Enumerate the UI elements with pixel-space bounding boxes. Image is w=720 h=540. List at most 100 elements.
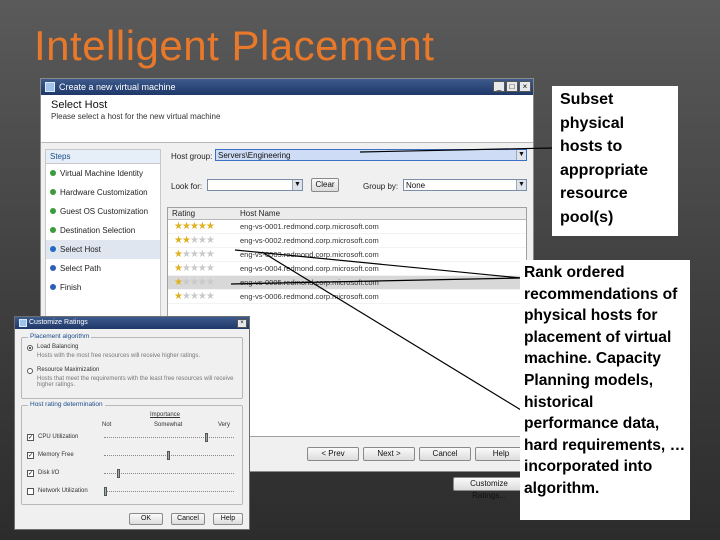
wizard-page-subtitle: Please select a host for the new virtual… <box>51 112 221 121</box>
steps-label: Steps <box>46 150 160 164</box>
look-for-input[interactable]: ▼ <box>207 179 303 191</box>
step-destination[interactable]: Destination Selection <box>46 221 160 240</box>
table-row[interactable]: ★★★★★ eng-vs-0002.redmond.corp.microsoft.… <box>168 234 526 248</box>
dialog-ok-button[interactable]: OK <box>129 513 163 525</box>
look-for-label: Look for: <box>171 182 203 191</box>
step-guest-os[interactable]: Guest OS Customization <box>46 202 160 221</box>
slider-thumb[interactable] <box>117 469 120 478</box>
table-row[interactable]: ★★★★★ eng-vs-0004.redmond.corp.microsoft.… <box>168 262 526 276</box>
dialog-title: Customize Ratings <box>29 319 88 326</box>
table-header: Rating Host Name <box>168 208 526 220</box>
clear-button[interactable]: Clear <box>311 178 339 192</box>
host-group-value: Servers\Engineering <box>218 151 291 160</box>
customize-ratings-dialog: Customize Ratings × Placement algorithm … <box>14 316 250 530</box>
host-name-cell: eng-vs-0004.redmond.corp.microsoft.com <box>240 264 379 273</box>
chevron-down-icon[interactable]: ▼ <box>516 180 526 190</box>
importance-slider[interactable] <box>104 451 234 460</box>
star-rating-icon: ★★★★★ <box>174 221 215 232</box>
host-group-select[interactable]: Servers\Engineering ▼ <box>215 149 527 161</box>
col-not: Not <box>102 422 112 428</box>
step-select-path[interactable]: Select Path <box>46 259 160 278</box>
chevron-down-icon[interactable]: ▼ <box>516 150 526 160</box>
host-group-label: Host group: <box>171 152 213 161</box>
chevron-down-icon[interactable]: ▼ <box>292 180 302 190</box>
host-name-cell: eng-vs-0006.redmond.corp.microsoft.com <box>240 292 379 301</box>
resource-label: CPU Utilization <box>38 434 79 440</box>
current-step-icon <box>50 246 56 252</box>
resource-label: Memory Free <box>38 452 74 458</box>
host-name-cell: eng-vs-0001.redmond.corp.microsoft.com <box>240 222 379 231</box>
callout-subset-hosts: Subset physical hosts to appropriate res… <box>552 86 678 236</box>
resource-checkbox[interactable]: ✓ <box>27 434 34 441</box>
host-name-cell: eng-vs-0002.redmond.corp.microsoft.com <box>240 236 379 245</box>
next-button[interactable]: Next > <box>363 447 415 461</box>
window-app-icon <box>45 82 55 92</box>
slider-track <box>104 437 234 438</box>
importance-slider[interactable] <box>104 487 234 496</box>
customize-ratings-button[interactable]: Customize Ratings... <box>453 477 525 500</box>
table-row[interactable]: ★★★★★ eng-vs-0005.redmond.corp.microsoft.… <box>168 276 526 290</box>
cancel-button[interactable]: Cancel <box>419 447 471 461</box>
check-icon <box>50 208 56 214</box>
wizard-page-title: Select Host <box>51 99 108 111</box>
step-hardware[interactable]: Hardware Customization <box>46 183 160 202</box>
step-finish[interactable]: Finish <box>46 278 160 297</box>
pending-step-icon <box>50 284 56 290</box>
check-icon <box>50 189 56 195</box>
resource-max-label: Resource Maximization <box>37 367 100 373</box>
col-very: Very <box>218 422 231 428</box>
table-row[interactable]: ★★★★★ eng-vs-0001.redmond.corp.microsoft.… <box>168 220 526 234</box>
col-host-name[interactable]: Host Name <box>240 209 280 218</box>
table-row[interactable]: ★★★★★ eng-vs-0003.redmond.corp.microsoft.… <box>168 248 526 262</box>
table-row[interactable]: ★★★★★ eng-vs-0006.redmond.corp.microsoft.… <box>168 290 526 304</box>
callout-rank-ordered: Rank ordered recommendations of physical… <box>520 260 690 520</box>
rating-determination-group: Host rating determination Importance Not… <box>21 401 243 505</box>
group-by-label: Group by: <box>363 182 399 191</box>
dialog-cancel-button[interactable]: Cancel <box>171 513 205 525</box>
dialog-close-button[interactable]: × <box>237 319 247 328</box>
resource-max-desc: Hosts that meet the requirements with th… <box>37 376 234 388</box>
star-rating-icon: ★★★★★ <box>174 249 215 260</box>
importance-slider[interactable] <box>104 469 234 478</box>
minimize-button[interactable]: _ <box>493 81 505 92</box>
slider-track <box>104 473 234 474</box>
importance-slider[interactable] <box>104 433 234 442</box>
resource-checkbox[interactable]: ✓ <box>27 470 34 477</box>
col-somewhat: Somewhat <box>154 422 183 428</box>
check-icon <box>50 170 56 176</box>
step-select-host[interactable]: Select Host <box>46 240 160 259</box>
star-rating-icon: ★★★★★ <box>174 277 215 288</box>
resource-label: Disk I/O <box>38 470 60 476</box>
host-name-cell: eng-vs-0005.redmond.corp.microsoft.com <box>240 278 379 287</box>
star-rating-icon: ★★★★★ <box>174 291 215 302</box>
group-by-select[interactable]: None ▼ <box>403 179 527 191</box>
slider-thumb[interactable] <box>167 451 170 460</box>
star-rating-icon: ★★★★★ <box>174 263 215 274</box>
dialog-help-button[interactable]: Help <box>213 513 243 525</box>
window-titlebar: Create a new virtual machine _ □ × <box>41 79 533 95</box>
slider-thumb[interactable] <box>205 433 208 442</box>
load-balancing-desc: Hosts with the most free resources will … <box>37 353 201 359</box>
star-rating-icon: ★★★★★ <box>174 235 215 246</box>
col-rating[interactable]: Rating <box>172 209 195 218</box>
resource-checkbox[interactable]: ✓ <box>27 452 34 459</box>
previous-button[interactable]: < Prev <box>307 447 359 461</box>
maximize-button[interactable]: □ <box>506 81 518 92</box>
resource-checkbox[interactable] <box>27 488 34 495</box>
load-balancing-radio[interactable] <box>27 345 33 351</box>
resource-max-radio[interactable] <box>27 368 33 374</box>
slide-title: Intelligent Placement <box>34 22 435 69</box>
pending-step-icon <box>50 265 56 271</box>
close-button[interactable]: × <box>519 81 531 92</box>
window-title: Create a new virtual machine <box>59 82 176 92</box>
check-icon <box>50 227 56 233</box>
slider-thumb[interactable] <box>104 487 107 496</box>
host-name-cell: eng-vs-0003.redmond.corp.microsoft.com <box>240 250 379 259</box>
resource-label: Network Utilization <box>38 488 88 494</box>
wizard-header: Select Host Please select a host for the… <box>41 95 533 143</box>
slider-track <box>104 491 234 492</box>
importance-label: Importance <box>150 412 181 418</box>
load-balancing-label: Load Balancing <box>37 344 79 350</box>
dialog-app-icon <box>19 319 27 327</box>
step-vm-identity[interactable]: Virtual Machine Identity <box>46 164 160 183</box>
